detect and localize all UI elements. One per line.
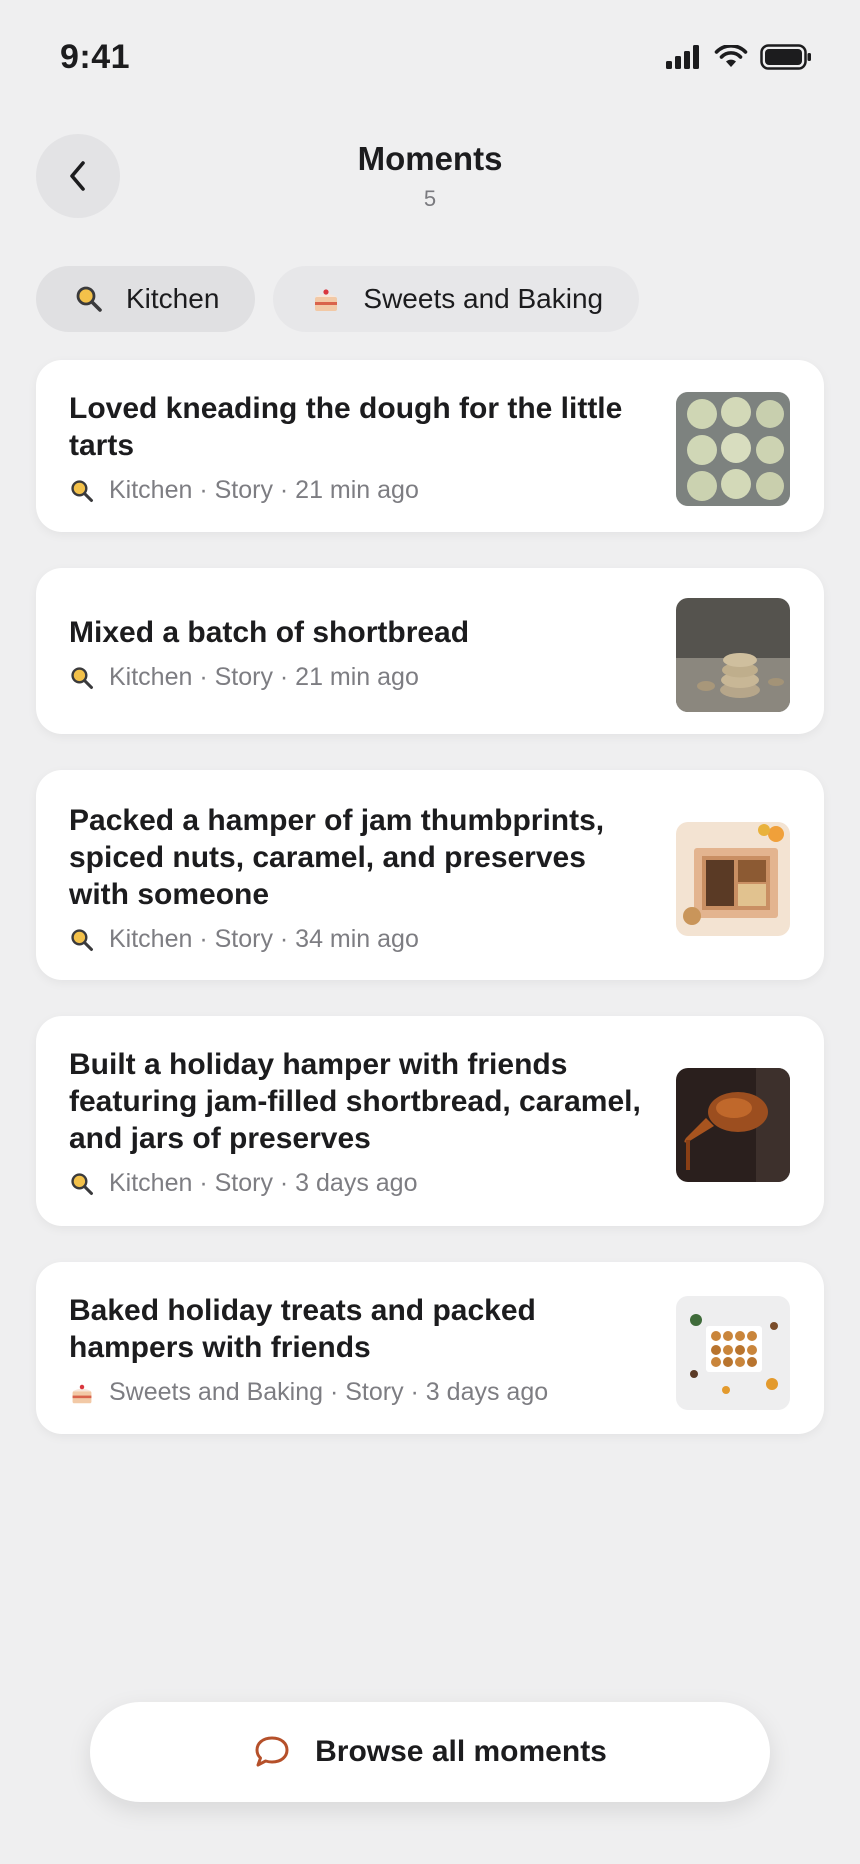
moment-meta-text: Sweets and Baking · Story · 3 days ago <box>109 1378 549 1406</box>
battery-icon <box>760 44 811 70</box>
dough-balls-photo <box>676 392 790 506</box>
status-time: 9:41 <box>60 38 131 76</box>
page-title: Moments <box>357 140 503 177</box>
status-icons <box>666 44 812 70</box>
moment-card[interactable]: Mixed a batch of shortbread Kitchen · St… <box>36 568 824 734</box>
hamper-box-photo <box>676 822 790 936</box>
chip-label: Sweets and Baking <box>363 283 604 314</box>
moment-title: Loved kneading the dough for the little … <box>69 392 623 462</box>
moment-title: Packed a hamper of jam thumbprints, spic… <box>69 804 605 911</box>
moment-card[interactable]: Loved kneading the dough for the little … <box>36 360 824 532</box>
browse-all-moments-button[interactable]: Browse all moments <box>90 1702 770 1802</box>
moment-title: Mixed a batch of shortbread <box>69 616 470 649</box>
holiday-treats-photo <box>676 1296 790 1410</box>
moment-title: Built a holiday hamper with friends feat… <box>69 1048 641 1155</box>
chip-label: Kitchen <box>126 283 220 314</box>
shortbread-stack-photo <box>676 598 790 712</box>
chip-kitchen[interactable]: Kitchen <box>36 266 256 332</box>
magnifier-emoji-icon <box>69 665 95 691</box>
moment-meta: Kitchen · Story · 3 days ago <box>69 1169 644 1198</box>
speech-bubble-icon <box>255 1736 289 1767</box>
filter-chips: Kitchen Sweets and Baking <box>36 266 640 332</box>
moment-meta: Kitchen · Story · 21 min ago <box>69 663 644 692</box>
moment-meta: Sweets and Baking · Story · 3 days ago <box>69 1378 644 1407</box>
magnifier-emoji-icon <box>69 478 95 504</box>
moments-count: 5 <box>423 186 437 211</box>
wifi-icon <box>714 45 748 67</box>
moment-card[interactable]: Built a holiday hamper with friends feat… <box>36 1016 824 1226</box>
signal-icon <box>666 45 699 69</box>
moment-meta: Kitchen · Story · 34 min ago <box>69 925 644 954</box>
cake-icon <box>69 1380 95 1406</box>
magnifier-emoji-icon <box>74 284 104 314</box>
status-bar: 9:41 <box>0 0 860 110</box>
cake-icon <box>311 284 341 314</box>
moment-meta: Kitchen · Story · 21 min ago <box>69 476 644 505</box>
moment-meta-text: Kitchen · Story · 34 min ago <box>109 925 419 953</box>
moment-title: Baked holiday treats and packed hampers … <box>69 1294 536 1364</box>
magnifier-emoji-icon <box>69 927 95 953</box>
caramel-drip-photo <box>676 1068 790 1182</box>
moment-meta-text: Kitchen · Story · 21 min ago <box>109 476 419 504</box>
moment-meta-text: Kitchen · Story · 3 days ago <box>109 1169 418 1197</box>
magnifier-emoji-icon <box>69 1171 95 1197</box>
moment-card[interactable]: Baked holiday treats and packed hampers … <box>36 1262 824 1434</box>
moment-card[interactable]: Packed a hamper of jam thumbprints, spic… <box>36 770 824 980</box>
browse-button-label: Browse all moments <box>315 1735 607 1768</box>
chip-sweets-and-baking[interactable]: Sweets and Baking <box>273 266 640 332</box>
moment-meta-text: Kitchen · Story · 21 min ago <box>109 663 419 691</box>
